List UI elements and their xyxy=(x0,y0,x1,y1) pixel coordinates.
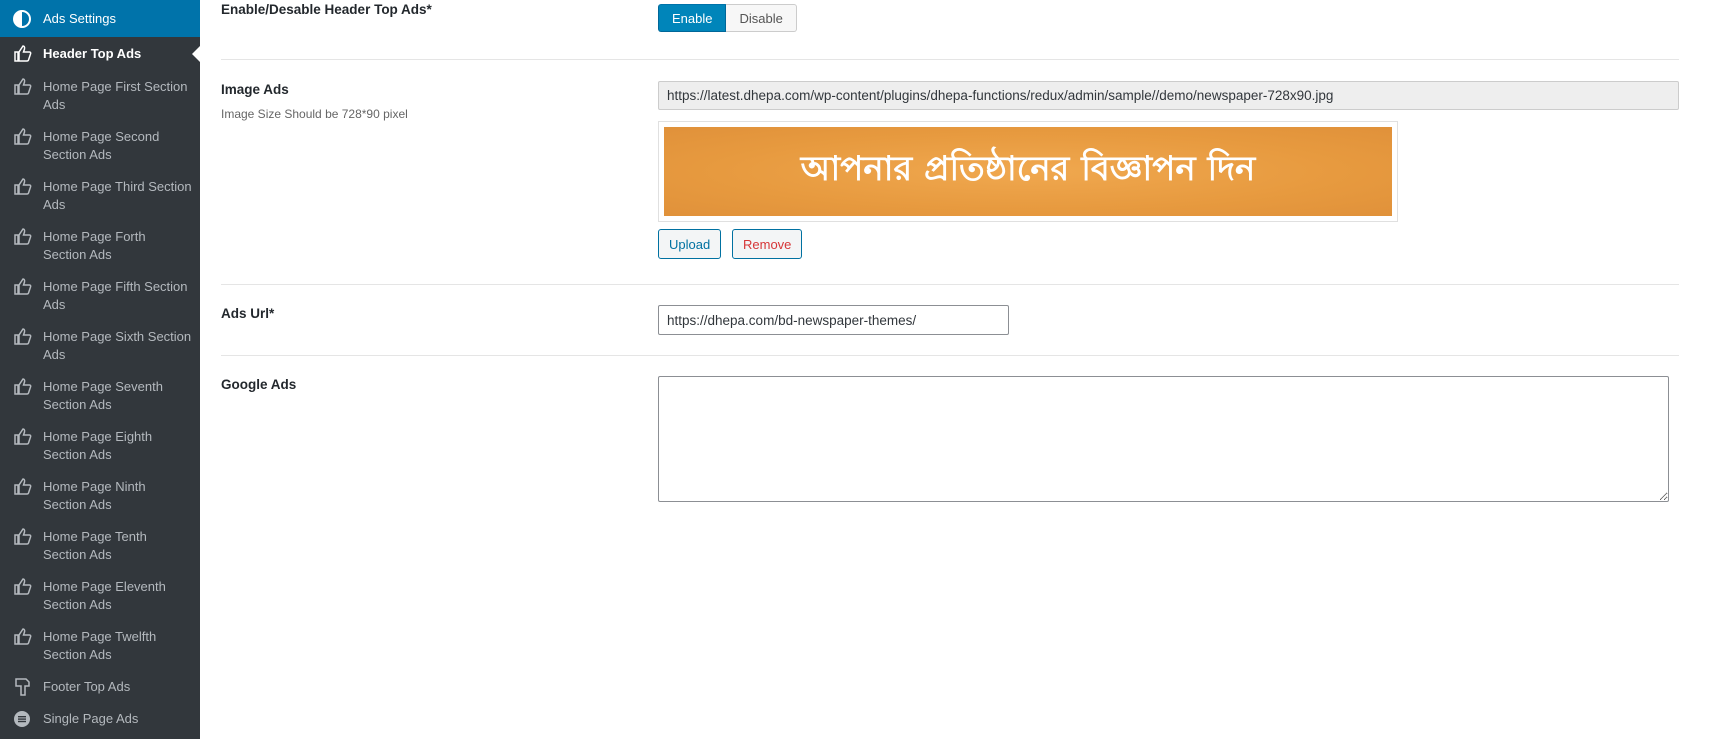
thumb-pointer-icon xyxy=(12,178,32,196)
sidebar-item[interactable]: Single Page Ads xyxy=(0,710,200,728)
settings-panel: Enable/Desable Header Top Ads* Enable Di… xyxy=(200,0,1709,739)
sidebar-header-ads-settings[interactable]: Ads Settings xyxy=(0,0,200,37)
divider xyxy=(221,355,1679,356)
sidebar-item-label: Header Top Ads xyxy=(43,46,142,61)
disable-button[interactable]: Disable xyxy=(726,4,797,32)
thumb-pointer-icon xyxy=(12,278,32,296)
half-circle-icon xyxy=(12,9,32,29)
sidebar-header-label: Ads Settings xyxy=(43,11,116,26)
divider xyxy=(221,59,1679,60)
sidebar-item-label: Home Page Forth Section Ads xyxy=(43,229,146,262)
sidebar-item-label: Home Page Ninth Section Ads xyxy=(43,479,146,512)
thumb-pointer-icon xyxy=(12,428,32,446)
sidebar-item[interactable]: Header Top Ads xyxy=(0,45,200,63)
sidebar-item[interactable]: Home Page First Section Ads xyxy=(0,78,200,114)
sidebar-item[interactable]: Home Page Eleventh Section Ads xyxy=(0,578,200,614)
ads-url-input[interactable] xyxy=(658,305,1009,335)
sidebar-item-label: Home Page Seventh Section Ads xyxy=(43,379,163,412)
banner-image: আপনার প্রতিষ্ঠানের বিজ্ঞাপন দিন xyxy=(664,127,1392,216)
banner-text: আপনার প্রতিষ্ঠানের বিজ্ঞাপন দিন xyxy=(800,149,1256,189)
window-scrollbar[interactable] xyxy=(1699,0,1709,739)
thumb-pointer-icon xyxy=(12,228,32,246)
sidebar-item-label: Footer Top Ads xyxy=(43,679,131,694)
sidebar-item-label: Home Page Second Section Ads xyxy=(43,129,160,162)
sidebar-item-label: Single Page Ads xyxy=(43,711,139,726)
sidebar-item-label: Home Page Eleventh Section Ads xyxy=(43,579,166,612)
enable-field-title: Enable/Desable Header Top Ads* xyxy=(221,2,432,17)
enable-button[interactable]: Enable xyxy=(658,4,727,32)
sidebar-item-label: Home Page Fifth Section Ads xyxy=(43,279,188,312)
thumb-pointer-icon xyxy=(12,328,32,346)
image-ads-title: Image Ads xyxy=(221,82,289,97)
sidebar-item[interactable]: Home Page Eighth Section Ads xyxy=(0,428,200,464)
thumb-pointer-icon xyxy=(12,45,32,63)
thumb-pointer-icon xyxy=(12,628,32,646)
thumb-pointer-icon xyxy=(12,78,32,96)
enable-toggle-group: Enable Disable xyxy=(658,4,797,32)
sidebar-item-label: Home Page First Section Ads xyxy=(43,79,188,112)
image-url-field[interactable]: https://latest.dhepa.com/wp-content/plug… xyxy=(658,81,1679,110)
sidebar-item[interactable]: Home Page Seventh Section Ads xyxy=(0,378,200,414)
sidebar-item[interactable]: Home Page Twelfth Section Ads xyxy=(0,628,200,664)
list-circle-icon xyxy=(12,710,32,728)
thumb-pointer-icon xyxy=(12,528,32,546)
sidebar-item[interactable]: Home Page Fifth Section Ads xyxy=(0,278,200,314)
sidebar-item-label: Home Page Twelfth Section Ads xyxy=(43,629,157,662)
thumb-pointer-icon xyxy=(12,128,32,146)
sidebar-item[interactable]: Home Page Sixth Section Ads xyxy=(0,328,200,364)
ads-url-title: Ads Url* xyxy=(221,306,275,321)
settings-sidebar: Ads Settings Header Top Ads Home Page Fir… xyxy=(0,0,200,739)
divider xyxy=(221,284,1679,285)
thumb-pointer-icon xyxy=(12,478,32,496)
sidebar-item[interactable]: Home Page Third Section Ads xyxy=(0,178,200,214)
upload-button[interactable]: Upload xyxy=(658,229,722,259)
sidebar-item[interactable]: Footer Top Ads xyxy=(0,678,200,696)
sidebar-item[interactable]: Home Page Ninth Section Ads xyxy=(0,478,200,514)
sidebar-item-label: Home Page Sixth Section Ads xyxy=(43,329,192,362)
google-ads-textarea[interactable] xyxy=(658,376,1669,502)
remove-button[interactable]: Remove xyxy=(732,229,803,259)
image-preview-frame: আপনার প্রতিষ্ঠানের বিজ্ঞাপন দিন xyxy=(658,121,1398,222)
sidebar-item-label: Home Page Tenth Section Ads xyxy=(43,529,147,562)
image-ads-subtitle: Image Size Should be 728*90 pixel xyxy=(221,107,408,121)
sidebar-item[interactable]: Home Page Second Section Ads xyxy=(0,128,200,164)
google-ads-title: Google Ads xyxy=(221,377,297,392)
sidebar-item[interactable]: Home Page Forth Section Ads xyxy=(0,228,200,264)
thumb-down-pointer-icon xyxy=(12,678,32,696)
sidebar-item-label: Home Page Third Section Ads xyxy=(43,179,192,212)
sidebar-item-label: Home Page Eighth Section Ads xyxy=(43,429,153,462)
sidebar-item[interactable]: Home Page Tenth Section Ads xyxy=(0,528,200,564)
thumb-pointer-icon xyxy=(12,378,32,396)
thumb-pointer-icon xyxy=(12,578,32,596)
